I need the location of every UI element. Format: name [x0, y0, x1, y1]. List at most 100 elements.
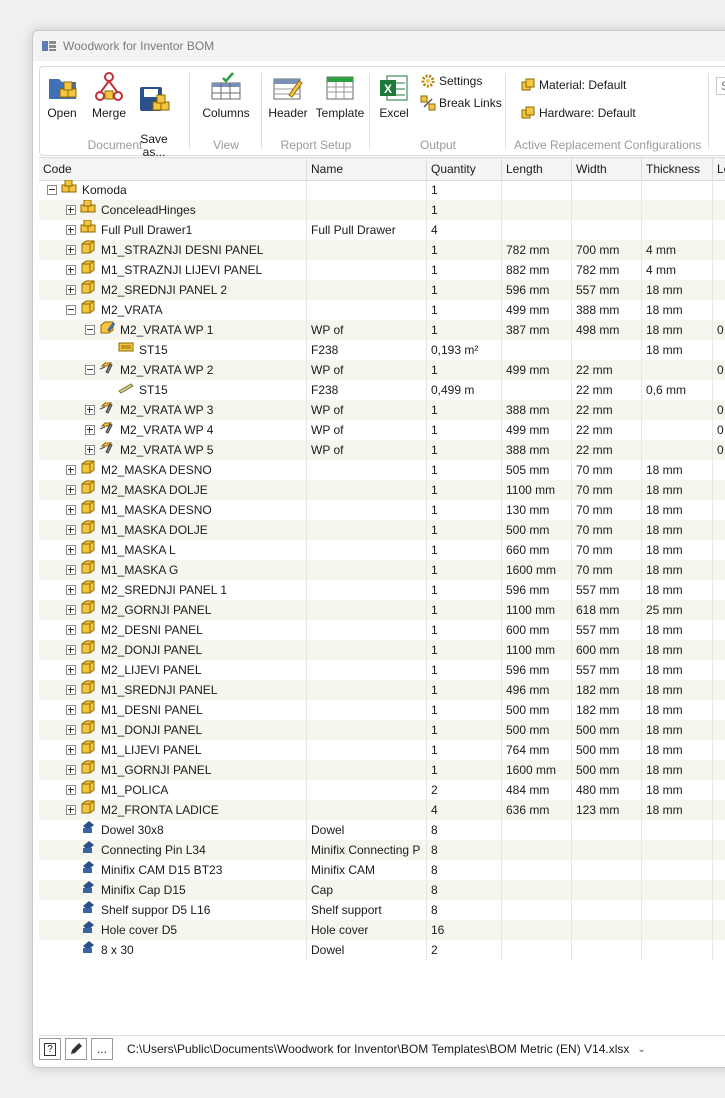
table-row[interactable]: M2_VRATA WP 5 WP of 1 388 mm 22 mm 0 [39, 440, 725, 460]
expand-icon[interactable] [66, 705, 76, 715]
table-row[interactable]: M2_LIJEVI PANEL 1 596 mm 557 mm 18 mm [39, 660, 725, 680]
table-row[interactable]: M2_VRATA WP 1 WP of 1 387 mm 498 mm 18 mm 0 [39, 320, 725, 340]
table-row[interactable]: M1_STRAZNJI DESNI PANEL 1 782 mm 700 mm 4 mm [39, 240, 725, 260]
template-path[interactable]: C:\Users\Public\Documents\Woodwork for I… [127, 1042, 629, 1056]
name-cell [307, 560, 427, 580]
table-row[interactable]: M1_DONJI PANEL 1 500 mm 500 mm 18 mm [39, 720, 725, 740]
table-row[interactable]: M2_VRATA 1 499 mm 388 mm 18 mm [39, 300, 725, 320]
column-header-wid[interactable]: Width [572, 158, 642, 180]
table-row[interactable]: Minifix CAM D15 BT23 Minifix CAM 8 [39, 860, 725, 880]
table-row[interactable]: ST15 F238 0,193 m² 18 mm [39, 340, 725, 360]
column-header-code[interactable]: Code [39, 158, 307, 180]
code-cell: M2_VRATA WP 5 [39, 440, 307, 460]
open-button[interactable]: Open [46, 71, 78, 120]
qty-cell: 1 [427, 320, 502, 340]
break-links-button[interactable]: Break Links [420, 95, 502, 111]
qty-cell: 4 [427, 220, 502, 240]
len-cell [502, 380, 572, 400]
edit-button[interactable] [65, 1038, 87, 1060]
table-row[interactable]: Hole cover D5 Hole cover 16 [39, 920, 725, 940]
header-button[interactable]: Header [266, 71, 310, 120]
expand-icon[interactable] [66, 565, 76, 575]
table-row[interactable]: Full Pull Drawer1 Full Pull Drawer 4 [39, 220, 725, 240]
table-row[interactable]: M2_SREDNJI PANEL 2 1 596 mm 557 mm 18 mm [39, 280, 725, 300]
table-row[interactable]: M1_POLICA 2 484 mm 480 mm 18 mm [39, 780, 725, 800]
collapse-icon[interactable] [85, 365, 95, 375]
expand-icon[interactable] [66, 725, 76, 735]
extra-cell [713, 520, 725, 540]
column-header-thk[interactable]: Thickness [642, 158, 713, 180]
table-row[interactable]: ST15 F238 0,499 m 22 mm 0,6 mm [39, 380, 725, 400]
collapse-icon[interactable] [47, 185, 57, 195]
excel-button[interactable]: X Excel [376, 71, 412, 120]
table-row[interactable]: M2_VRATA WP 4 WP of 1 499 mm 22 mm 0 [39, 420, 725, 440]
table-row[interactable]: M2_DONJI PANEL 1 1100 mm 600 mm 18 mm [39, 640, 725, 660]
table-row[interactable]: Minifix Cap D15 Cap 8 [39, 880, 725, 900]
table-row[interactable]: M2_MASKA DESNO 1 505 mm 70 mm 18 mm [39, 460, 725, 480]
expand-icon[interactable] [66, 265, 76, 275]
table-row[interactable]: M1_MASKA G 1 1600 mm 70 mm 18 mm [39, 560, 725, 580]
table-row[interactable]: M1_MASKA DESNO 1 130 mm 70 mm 18 mm [39, 500, 725, 520]
svg-text:X: X [384, 82, 392, 96]
expand-icon[interactable] [85, 405, 95, 415]
expand-icon[interactable] [66, 745, 76, 755]
expand-icon[interactable] [66, 205, 76, 215]
columns-button[interactable]: Columns [198, 71, 254, 120]
table-row[interactable]: M2_GORNJI PANEL 1 1100 mm 618 mm 25 mm [39, 600, 725, 620]
expand-icon[interactable] [66, 625, 76, 635]
expand-icon[interactable] [66, 545, 76, 555]
chevron-down-icon[interactable]: ⌄ [637, 1044, 645, 1055]
edge-band-icon [99, 420, 115, 440]
table-row[interactable]: M1_MASKA L 1 660 mm 70 mm 18 mm [39, 540, 725, 560]
table-row[interactable]: M2_VRATA WP 2 WP of 1 499 mm 22 mm 0 [39, 360, 725, 380]
collapse-icon[interactable] [66, 305, 76, 315]
table-row[interactable]: Shelf suppor D5 L16 Shelf support 8 [39, 900, 725, 920]
search-input[interactable] [716, 77, 725, 95]
table-row[interactable]: M1_MASKA DOLJE 1 500 mm 70 mm 18 mm [39, 520, 725, 540]
table-row[interactable]: M2_FRONTA LADICE 4 636 mm 123 mm 18 mm [39, 800, 725, 820]
expand-icon[interactable] [66, 245, 76, 255]
material-config-button[interactable]: Material: Default [520, 77, 626, 93]
hardware-config-button[interactable]: Hardware: Default [520, 105, 636, 121]
table-row[interactable]: M1_GORNJI PANEL 1 1600 mm 500 mm 18 mm [39, 760, 725, 780]
table-row[interactable]: Connecting Pin L34 Minifix Connecting P8 [39, 840, 725, 860]
expand-icon[interactable] [66, 225, 76, 235]
expand-icon[interactable] [66, 525, 76, 535]
expand-icon[interactable] [66, 285, 76, 295]
expand-icon[interactable] [66, 645, 76, 655]
table-row[interactable]: M1_LIJEVI PANEL 1 764 mm 500 mm 18 mm [39, 740, 725, 760]
column-header-extra[interactable]: Le [713, 158, 725, 180]
column-header-qty[interactable]: Quantity [427, 158, 502, 180]
expand-icon[interactable] [66, 465, 76, 475]
expand-icon[interactable] [66, 505, 76, 515]
table-row[interactable]: M1_SREDNJI PANEL 1 496 mm 182 mm 18 mm [39, 680, 725, 700]
table-row[interactable]: 8 x 30 Dowel 2 [39, 940, 725, 960]
table-row[interactable]: ConceleadHinges 1 [39, 200, 725, 220]
table-row[interactable]: Dowel 30x8 Dowel 8 [39, 820, 725, 840]
settings-button[interactable]: Settings [420, 73, 482, 89]
expand-icon[interactable] [85, 445, 95, 455]
expand-icon[interactable] [66, 665, 76, 675]
expand-icon[interactable] [66, 585, 76, 595]
template-button[interactable]: Template [314, 71, 366, 120]
table-row[interactable]: Komoda 1 [39, 180, 725, 200]
table-row[interactable]: M2_DESNI PANEL 1 600 mm 557 mm 18 mm [39, 620, 725, 640]
expand-icon[interactable] [66, 605, 76, 615]
table-row[interactable]: M2_MASKA DOLJE 1 1100 mm 70 mm 18 mm [39, 480, 725, 500]
expand-icon[interactable] [66, 765, 76, 775]
expand-icon[interactable] [85, 425, 95, 435]
table-row[interactable]: M2_VRATA WP 3 WP of 1 388 mm 22 mm 0 [39, 400, 725, 420]
table-row[interactable]: M2_SREDNJI PANEL 1 1 596 mm 557 mm 18 mm [39, 580, 725, 600]
collapse-icon[interactable] [85, 325, 95, 335]
help-button[interactable]: ? [39, 1038, 61, 1060]
browse-button[interactable]: ... [91, 1038, 113, 1060]
expand-icon[interactable] [66, 485, 76, 495]
merge-button[interactable]: Merge [90, 71, 128, 120]
expand-icon[interactable] [66, 685, 76, 695]
column-header-len[interactable]: Length [502, 158, 572, 180]
expand-icon[interactable] [66, 805, 76, 815]
column-header-name[interactable]: Name [307, 158, 427, 180]
table-row[interactable]: M1_DESNI PANEL 1 500 mm 182 mm 18 mm [39, 700, 725, 720]
expand-icon[interactable] [66, 785, 76, 795]
table-row[interactable]: M1_STRAZNJI LIJEVI PANEL 1 882 mm 782 mm 4 m… [39, 260, 725, 280]
